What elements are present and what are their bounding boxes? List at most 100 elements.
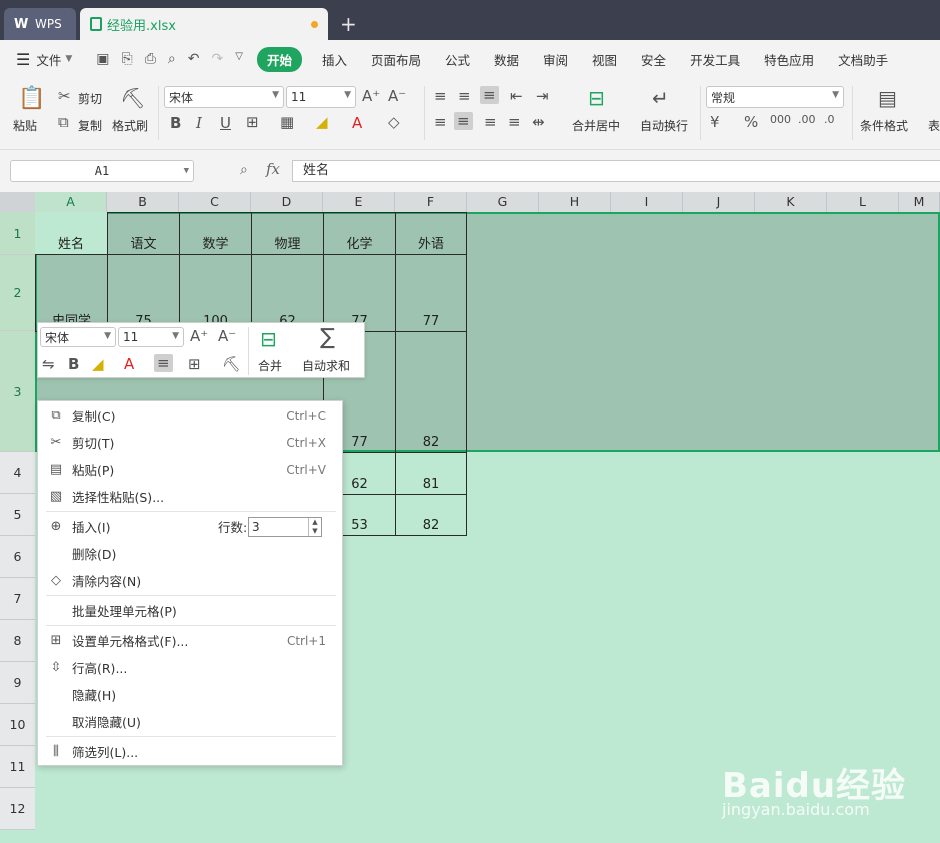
row-header-1[interactable]: 1 (0, 212, 35, 255)
col-header-k[interactable]: K (755, 192, 827, 212)
col-header-i[interactable]: I (611, 192, 683, 212)
menu-view[interactable]: 视图 (580, 50, 629, 69)
fx-icon[interactable]: fx (266, 160, 280, 178)
row-header-10[interactable]: 10 (0, 704, 35, 746)
menu-file[interactable]: 文件 ▼ (36, 50, 72, 69)
rows-count-stepper[interactable]: ▲ ▼ (308, 517, 321, 536)
col-header-e[interactable]: E (323, 192, 395, 212)
increase-font-icon[interactable]: A⁺ (362, 87, 380, 105)
percent-icon[interactable]: % (744, 113, 758, 131)
col-header-a[interactable]: A (35, 192, 107, 212)
col-header-b[interactable]: B (107, 192, 179, 212)
row-header-8[interactable]: 8 (0, 620, 35, 662)
cell-f5[interactable]: 82 (395, 494, 467, 536)
ctx-cut[interactable]: ✂ 剪切(T) Ctrl+X (38, 429, 342, 456)
row-header-2[interactable]: 2 (0, 255, 35, 331)
select-all-corner[interactable] (0, 192, 35, 212)
menu-page-layout[interactable]: 页面布局 (359, 50, 433, 69)
align-middle-icon[interactable]: ≡ (458, 87, 471, 105)
name-box[interactable]: A1 ▼ (10, 160, 194, 182)
increase-decimal-icon[interactable]: .00 (798, 113, 816, 126)
cell-a1[interactable]: 姓名 (35, 212, 108, 255)
align-right-icon[interactable]: ≡ (484, 113, 497, 131)
cell-c1[interactable]: 数学 (179, 212, 252, 255)
col-header-c[interactable]: C (179, 192, 251, 212)
cell-b2[interactable]: 75 (107, 254, 180, 332)
table-style-button[interactable]: 表 (928, 117, 940, 134)
redo-icon[interactable]: ↷ (212, 51, 224, 67)
cell-f4[interactable]: 81 (395, 452, 467, 495)
align-bottom-icon[interactable]: ≡ (480, 86, 499, 104)
zoom-formula-icon[interactable]: ⌕ (240, 162, 248, 178)
cell-f1[interactable]: 外语 (395, 212, 467, 255)
fill-color-icon[interactable]: ◢ (316, 113, 328, 131)
tab-document[interactable]: 经验用.xlsx (80, 8, 328, 40)
align-left-icon[interactable]: ≡ (434, 113, 447, 131)
mini-border-icon[interactable]: ⊞ (188, 355, 201, 373)
col-header-f[interactable]: F (395, 192, 467, 212)
decrease-font-icon[interactable]: A⁻ (388, 87, 406, 105)
cell-d2[interactable]: 62 (251, 254, 324, 332)
mini-wrap-icon[interactable]: ⇋ (42, 355, 55, 373)
currency-icon[interactable]: ¥ (710, 113, 720, 131)
row-header-3[interactable]: 3 (0, 331, 35, 452)
ctx-format-cells[interactable]: ⊞ 设置单元格格式(F)... Ctrl+1 (38, 627, 342, 654)
col-header-l[interactable]: L (827, 192, 899, 212)
add-tab-button[interactable]: + (340, 12, 357, 36)
eraser-icon[interactable]: ◇ (388, 113, 400, 131)
ctx-batch[interactable]: 批量处理单元格(P) (38, 597, 342, 624)
thousands-icon[interactable]: 000 (770, 113, 791, 126)
menu-assistant[interactable]: 文档助手 (826, 50, 900, 69)
col-header-j[interactable]: J (683, 192, 755, 212)
indent-decrease-icon[interactable]: ⇤ (510, 87, 523, 105)
indent-increase-icon[interactable]: ⇥ (536, 87, 549, 105)
align-center-icon[interactable]: ≡ (454, 112, 473, 130)
mini-font-name-select[interactable]: 宋体 ▼ (40, 327, 116, 347)
cell-f3[interactable]: 82 (395, 331, 467, 453)
hamburger-icon[interactable]: ☰ (16, 50, 30, 69)
mini-fill-color-icon[interactable]: ◢ (92, 355, 104, 373)
tab-wps-home[interactable]: W WPS (4, 8, 76, 40)
save-icon[interactable]: ▣ (96, 51, 109, 67)
paste-icon[interactable]: 📋 (18, 86, 45, 111)
export-icon[interactable]: ⎘ (122, 51, 133, 67)
bold-icon[interactable]: B (170, 114, 181, 132)
cell-a2[interactable]: 史同学 (35, 254, 108, 332)
mini-merge-button[interactable]: 合并 (258, 357, 282, 374)
customize-icon[interactable]: ▽ (235, 51, 243, 67)
mini-format-painter-icon[interactable]: ⛏ (222, 355, 241, 373)
print-preview-icon[interactable]: ⌕ (168, 51, 176, 67)
cell-e1[interactable]: 化学 (323, 212, 396, 255)
italic-icon[interactable]: I (196, 114, 202, 132)
justify-icon[interactable]: ≡ (508, 113, 521, 131)
mini-font-color-icon[interactable]: A (124, 355, 134, 373)
font-name-select[interactable]: 宋体 ▼ (164, 86, 284, 108)
ctx-unhide[interactable]: 取消隐藏(U) (38, 708, 342, 735)
row-header-11[interactable]: 11 (0, 746, 35, 788)
cell-c2[interactable]: 100 (179, 254, 252, 332)
mini-font-size-select[interactable]: 11 ▼ (118, 327, 184, 347)
paste-button[interactable]: 粘贴 (13, 117, 37, 134)
row-header-4[interactable]: 4 (0, 452, 35, 494)
copy-button[interactable]: 复制 (78, 117, 102, 134)
col-header-g[interactable]: G (467, 192, 539, 212)
conditional-format-button[interactable]: 条件格式 (860, 117, 908, 134)
menu-data[interactable]: 数据 (482, 50, 531, 69)
decrease-decimal-icon[interactable]: .0 (824, 113, 835, 126)
menu-developer[interactable]: 开发工具 (678, 50, 752, 69)
mini-autosum-button[interactable]: 自动求和 (302, 357, 350, 374)
menu-insert[interactable]: 插入 (310, 50, 359, 69)
ctx-row-height[interactable]: ⇳ 行高(R)... (38, 654, 342, 681)
ctx-clear[interactable]: ◇ 清除内容(N) (38, 567, 342, 594)
fill-style-icon[interactable]: ▦ (280, 113, 294, 131)
menu-formulas[interactable]: 公式 (433, 50, 482, 69)
font-color-icon[interactable]: A (352, 114, 362, 132)
row-header-12[interactable]: 12 (0, 788, 35, 830)
number-format-select[interactable]: 常规 ▼ (706, 86, 844, 108)
ctx-filter[interactable]: ⫼ 筛选列(L)... (38, 738, 342, 765)
col-header-h[interactable]: H (539, 192, 611, 212)
cell-f2[interactable]: 77 (395, 254, 467, 332)
col-header-m[interactable]: M (899, 192, 940, 212)
ctx-delete[interactable]: 删除(D) (38, 540, 342, 567)
distribute-icon[interactable]: ⇹ (532, 113, 545, 131)
